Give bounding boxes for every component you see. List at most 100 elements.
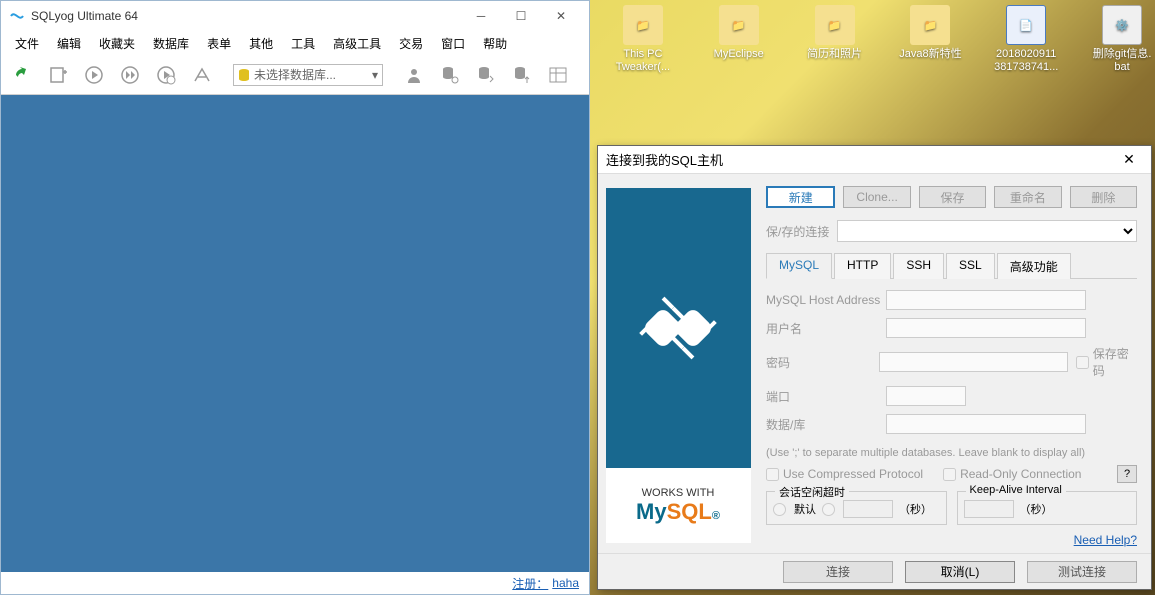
dialog-left-panel: WORKS WITH MySQL® (598, 174, 758, 553)
keepalive-group: Keep-Alive Interval （秒） (957, 491, 1138, 525)
tab-http[interactable]: HTTP (834, 253, 891, 279)
need-help-link[interactable]: Need Help? (1074, 533, 1137, 547)
idle-timeout-title: 会话空闲超时 (775, 484, 849, 500)
db-import-icon[interactable] (509, 62, 535, 88)
menu-favorites[interactable]: 收藏夹 (91, 33, 143, 54)
connection-dialog: 连接到我的SQL主机 ✕ WORKS WITH MySQL® 新建 Clone.… (597, 145, 1152, 590)
save-button[interactable]: 保存 (919, 186, 986, 208)
execute-icon[interactable] (81, 62, 107, 88)
delete-button[interactable]: 删除 (1070, 186, 1137, 208)
db-selector-text: 未选择数据库... (254, 66, 336, 83)
menu-table[interactable]: 表单 (199, 33, 239, 54)
tab-mysql[interactable]: MySQL (766, 253, 832, 279)
menu-help[interactable]: 帮助 (475, 33, 515, 54)
menu-database[interactable]: 数据库 (145, 33, 197, 54)
maximize-button[interactable]: ☐ (501, 2, 541, 30)
db-backup-icon[interactable] (473, 62, 499, 88)
desktop: 📁This PCTweaker(... 📁MyEclipse 📁简历和照片 📁J… (610, 5, 1155, 74)
mysql-logo: WORKS WITH MySQL® (606, 468, 751, 543)
dialog-close-button[interactable]: ✕ (1115, 147, 1143, 173)
menu-advtools[interactable]: 高级工具 (325, 33, 389, 54)
user-manager-icon[interactable] (401, 62, 427, 88)
db-hint: (Use ';' to separate multiple databases.… (766, 447, 1137, 459)
save-pwd-checkbox[interactable] (1076, 356, 1089, 369)
execute-all-icon[interactable] (117, 62, 143, 88)
status-reg-label: 注册： (512, 575, 548, 592)
new-connection-icon[interactable] (9, 62, 35, 88)
dialog-footer: 连接 取消(L) 测试连接 (598, 553, 1151, 589)
menu-file[interactable]: 文件 (7, 33, 47, 54)
sqlyog-window: SQLyog Ultimate 64 ─ ☐ ✕ 文件 编辑 收藏夹 数据库 表… (0, 0, 590, 595)
cancel-button[interactable]: 取消(L) (905, 561, 1015, 583)
menu-edit[interactable]: 编辑 (49, 33, 89, 54)
dialog-titlebar[interactable]: 连接到我的SQL主机 ✕ (598, 146, 1151, 174)
database-selector[interactable]: 未选择数据库... ▾ (233, 64, 383, 86)
port-label: 端口 (766, 388, 886, 405)
minimize-button[interactable]: ─ (461, 2, 501, 30)
new-button[interactable]: 新建 (766, 186, 835, 208)
content-area (1, 95, 589, 572)
tab-ssh[interactable]: SSH (893, 253, 944, 279)
compressed-checkbox[interactable] (766, 468, 779, 481)
status-user-link[interactable]: haha (552, 576, 579, 590)
tab-adv[interactable]: 高级功能 (997, 253, 1071, 279)
port-input[interactable] (886, 386, 966, 406)
desktop-icon-thispc[interactable]: 📁This PCTweaker(... (610, 5, 676, 74)
idle-custom-input[interactable] (843, 500, 893, 518)
new-query-icon[interactable] (45, 62, 71, 88)
menu-others[interactable]: 其他 (241, 33, 281, 54)
idle-custom-radio[interactable] (822, 503, 835, 516)
toolbar: 未选择数据库... ▾ (1, 55, 589, 95)
pwd-label: 密码 (766, 354, 879, 371)
saved-conn-select[interactable] (837, 220, 1137, 242)
desktop-icon-resume[interactable]: 📁简历和照片 (802, 5, 868, 74)
db-sync-icon[interactable] (437, 62, 463, 88)
rename-button[interactable]: 重命名 (994, 186, 1061, 208)
folder-icon: 📁 (815, 5, 855, 45)
tabs: MySQL HTTP SSH SSL 高级功能 (766, 252, 1137, 279)
database-icon (238, 68, 250, 82)
idle-default-label: 默认 (794, 501, 816, 517)
desktop-icon-bat[interactable]: ⚙️删除git信息.bat (1089, 5, 1155, 74)
save-pwd-label: 保存密码 (1093, 345, 1137, 379)
pwd-input[interactable] (879, 352, 1068, 372)
statusbar: 注册： haha (1, 572, 589, 594)
schedule-icon[interactable] (153, 62, 179, 88)
plug-graphic (606, 188, 751, 468)
folder-icon: 📁 (623, 5, 663, 45)
folder-icon: 📁 (910, 5, 950, 45)
user-input[interactable] (886, 318, 1086, 338)
test-button[interactable]: 测试连接 (1027, 561, 1137, 583)
document-icon: 📄 (1006, 5, 1046, 45)
app-logo-icon (9, 8, 25, 24)
table-diag-icon[interactable] (545, 62, 571, 88)
keepalive-title: Keep-Alive Interval (966, 484, 1066, 496)
close-button[interactable]: ✕ (541, 2, 581, 30)
bat-icon: ⚙️ (1102, 5, 1142, 45)
works-with-label: WORKS WITH (642, 487, 715, 499)
db-input[interactable] (886, 414, 1086, 434)
titlebar[interactable]: SQLyog Ultimate 64 ─ ☐ ✕ (1, 1, 589, 31)
keepalive-input[interactable] (964, 500, 1014, 518)
host-input[interactable] (886, 290, 1086, 310)
menu-transaction[interactable]: 交易 (391, 33, 431, 54)
desktop-icon-java8[interactable]: 📁Java8新特性 (897, 5, 963, 74)
menu-window[interactable]: 窗口 (433, 33, 473, 54)
tab-ssl[interactable]: SSL (946, 253, 995, 279)
clone-button[interactable]: Clone... (843, 186, 910, 208)
menubar: 文件 编辑 收藏夹 数据库 表单 其他 工具 高级工具 交易 窗口 帮助 (1, 31, 589, 55)
folder-icon: 📁 (719, 5, 759, 45)
desktop-icon-doc[interactable]: 📄2018020911381738741... (993, 5, 1059, 74)
saved-conn-label: 保/存的连接 (766, 223, 829, 240)
help-q-button[interactable]: ? (1117, 465, 1137, 483)
connect-button[interactable]: 连接 (783, 561, 893, 583)
idle-timeout-group: 会话空闲超时 默认 （秒） (766, 491, 947, 525)
menu-tools[interactable]: 工具 (283, 33, 323, 54)
idle-default-radio[interactable] (773, 503, 786, 516)
idle-sec-label: （秒） (899, 501, 932, 517)
format-icon[interactable] (189, 62, 215, 88)
desktop-icon-myeclipse[interactable]: 📁MyEclipse (706, 5, 772, 74)
dialog-title: 连接到我的SQL主机 (606, 150, 723, 169)
dialog-right-panel: 新建 Clone... 保存 重命名 删除 保/存的连接 MySQL HTTP … (758, 174, 1151, 553)
readonly-checkbox[interactable] (943, 468, 956, 481)
